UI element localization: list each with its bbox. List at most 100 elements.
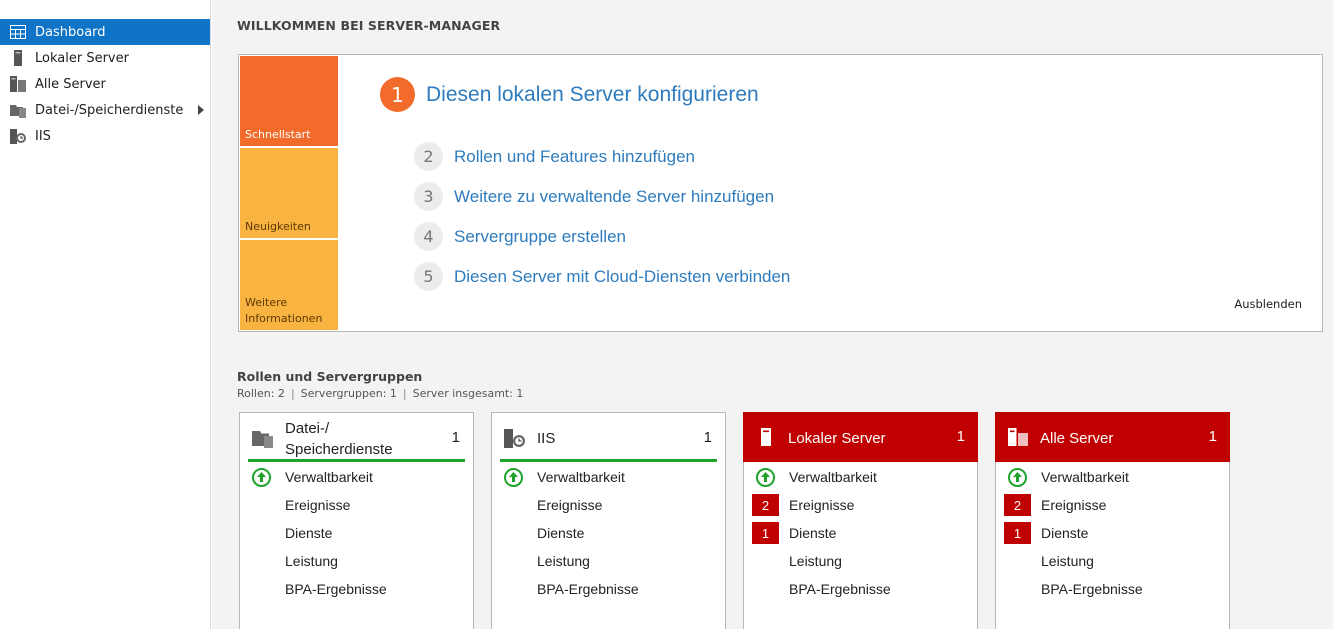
status-ok-bar xyxy=(248,459,465,462)
tile-label: Neuigkeiten xyxy=(245,220,311,233)
step-link[interactable]: Servergruppe erstellen xyxy=(454,227,626,247)
card-title: IIS xyxy=(537,430,556,447)
row-bpa-results[interactable]: BPA-Ergebnisse xyxy=(500,577,718,601)
card-count: 1 xyxy=(703,429,712,446)
step-connect-cloud[interactable]: 5 Diesen Server mit Cloud-Diensten verbi… xyxy=(414,262,790,291)
row-label: Dienste xyxy=(789,525,837,541)
dashboard-icon xyxy=(10,24,26,40)
step-add-roles[interactable]: 2 Rollen und Features hinzufügen xyxy=(414,142,695,171)
tile-quickstart[interactable]: Schnellstart xyxy=(240,56,338,146)
row-label: Dienste xyxy=(285,525,333,541)
row-services[interactable]: 1 Dienste xyxy=(752,521,970,545)
sidebar-item-local-server[interactable]: Lokaler Server xyxy=(0,45,210,71)
row-label: Leistung xyxy=(789,553,842,569)
sidebar-item-label: Dashboard xyxy=(35,24,106,40)
row-events[interactable]: 2 Ereignisse xyxy=(1004,493,1222,517)
row-events[interactable]: Ereignisse xyxy=(500,493,718,517)
sidebar-item-dashboard[interactable]: Dashboard xyxy=(0,19,210,45)
servers-icon xyxy=(1007,426,1029,448)
row-label: Verwaltbarkeit xyxy=(285,469,373,485)
row-label: Verwaltbarkeit xyxy=(789,469,877,485)
step-create-server-group[interactable]: 4 Servergruppe erstellen xyxy=(414,222,626,251)
row-label: BPA-Ergebnisse xyxy=(1041,581,1143,597)
tile-label: Schnellstart xyxy=(245,128,311,141)
roles-summary: Rollen: 2 | Servergruppen: 1 | Server insges… xyxy=(237,387,524,400)
row-performance[interactable]: Leistung xyxy=(500,549,718,573)
card-header[interactable]: IIS 1 xyxy=(492,413,725,462)
status-ok-icon xyxy=(500,466,527,488)
sidebar-item-label: Datei-/Speicherdienste xyxy=(35,102,184,118)
row-manageability[interactable]: Verwaltbarkeit xyxy=(248,465,466,489)
row-label: Dienste xyxy=(1041,525,1089,541)
row-services[interactable]: 1 Dienste xyxy=(1004,521,1222,545)
iis-icon xyxy=(504,427,526,449)
card-count: 1 xyxy=(451,429,460,446)
hide-button[interactable]: Ausblenden xyxy=(1234,297,1302,311)
expand-arrow-icon[interactable] xyxy=(198,105,204,115)
step-configure-local-server[interactable]: 1 Diesen lokalen Server konfigurieren xyxy=(380,77,759,112)
row-manageability[interactable]: Verwaltbarkeit xyxy=(1004,465,1222,489)
card-all-servers: Alle Server 1 Verwaltbarkeit 2 Ereignisse… xyxy=(995,412,1230,629)
step-link[interactable]: Diesen Server mit Cloud-Diensten verbind… xyxy=(454,267,790,287)
roles-heading: Rollen und Servergruppen xyxy=(237,369,423,384)
row-bpa-results[interactable]: BPA-Ergebnisse xyxy=(248,577,466,601)
row-events[interactable]: 2 Ereignisse xyxy=(752,493,970,517)
sidebar-item-label: IIS xyxy=(35,128,51,144)
sidebar-item-iis[interactable]: IIS xyxy=(0,123,210,149)
alert-count-badge: 1 xyxy=(752,522,779,544)
row-label: Leistung xyxy=(285,553,338,569)
sidebar-item-label: Alle Server xyxy=(35,76,106,92)
card-local-server: Lokaler Server 1 Verwaltbarkeit 2 Ereigni… xyxy=(743,412,978,629)
iis-icon xyxy=(10,128,26,144)
servers-count: Server insgesamt: 1 xyxy=(412,387,524,400)
tile-more-info[interactable]: Weitere Informationen xyxy=(240,240,338,330)
main-content: WILLKOMMEN BEI SERVER-MANAGER Schnellsta… xyxy=(212,0,1333,629)
row-events[interactable]: Ereignisse xyxy=(248,493,466,517)
row-performance[interactable]: Leistung xyxy=(1004,549,1222,573)
row-label: Dienste xyxy=(537,525,585,541)
step-add-servers[interactable]: 3 Weitere zu verwaltende Server hinzufüg… xyxy=(414,182,774,211)
row-label: Ereignisse xyxy=(1041,497,1107,513)
status-ok-bar xyxy=(500,459,717,462)
card-title: Datei-/Speicherdienste xyxy=(285,420,393,458)
row-manageability[interactable]: Verwaltbarkeit xyxy=(752,465,970,489)
tile-label: Weitere Informationen xyxy=(245,296,323,325)
server-icon xyxy=(10,50,26,66)
card-count: 1 xyxy=(956,428,965,445)
welcome-heading: WILLKOMMEN BEI SERVER-MANAGER xyxy=(237,18,501,33)
status-ok-icon xyxy=(1004,466,1031,488)
row-bpa-results[interactable]: BPA-Ergebnisse xyxy=(752,577,970,601)
card-header[interactable]: Lokaler Server 1 xyxy=(743,412,978,462)
card-title: Alle Server xyxy=(1040,430,1114,447)
row-label: BPA-Ergebnisse xyxy=(285,581,387,597)
server-icon xyxy=(755,426,777,448)
card-header[interactable]: Datei-/Speicherdienste 1 xyxy=(240,413,473,462)
card-title: Lokaler Server xyxy=(788,430,886,447)
row-bpa-results[interactable]: BPA-Ergebnisse xyxy=(1004,577,1222,601)
row-services[interactable]: Dienste xyxy=(500,521,718,545)
tile-news[interactable]: Neuigkeiten xyxy=(240,148,338,238)
step-number: 3 xyxy=(414,182,443,211)
groups-count: Servergruppen: 1 xyxy=(300,387,397,400)
sidebar-item-all-servers[interactable]: Alle Server xyxy=(0,71,210,97)
step-link[interactable]: Diesen lokalen Server konfigurieren xyxy=(426,83,759,107)
status-ok-icon xyxy=(752,466,779,488)
step-number: 5 xyxy=(414,262,443,291)
row-label: Leistung xyxy=(537,553,590,569)
alert-count-badge: 2 xyxy=(752,494,779,516)
sidebar-item-file-storage[interactable]: Datei-/Speicherdienste xyxy=(0,97,210,123)
navigation-sidebar: Dashboard Lokaler Server Alle Server Dat… xyxy=(0,0,211,629)
row-services[interactable]: Dienste xyxy=(248,521,466,545)
row-performance[interactable]: Leistung xyxy=(248,549,466,573)
alert-count-badge: 1 xyxy=(1004,522,1031,544)
row-label: BPA-Ergebnisse xyxy=(789,581,891,597)
step-link[interactable]: Weitere zu verwaltende Server hinzufügen xyxy=(454,187,774,207)
step-number: 2 xyxy=(414,142,443,171)
row-manageability[interactable]: Verwaltbarkeit xyxy=(500,465,718,489)
step-link[interactable]: Rollen und Features hinzufügen xyxy=(454,147,695,167)
roles-count: Rollen: 2 xyxy=(237,387,285,400)
card-header[interactable]: Alle Server 1 xyxy=(995,412,1230,462)
row-label: Ereignisse xyxy=(789,497,855,513)
row-performance[interactable]: Leistung xyxy=(752,549,970,573)
card-iis: IIS 1 Verwaltbarkeit Ereignisse Dienste … xyxy=(491,412,726,629)
